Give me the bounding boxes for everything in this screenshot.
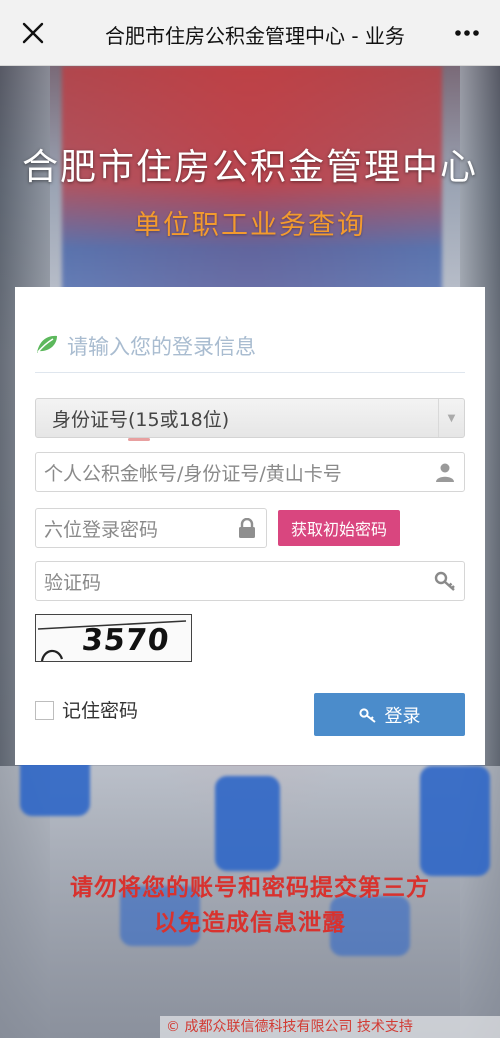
- login-button[interactable]: 登录: [314, 693, 465, 736]
- captcha-image[interactable]: 3570: [35, 614, 192, 662]
- more-icon[interactable]: [452, 20, 482, 46]
- background-chair: [215, 776, 280, 871]
- get-initial-password-button[interactable]: 获取初始密码: [278, 510, 400, 546]
- password-input[interactable]: 六位登录密码: [35, 508, 267, 548]
- warning-line-2: 以免造成信息泄露: [154, 910, 346, 936]
- warning-line-1: 请勿将您的账号和密码提交第三方: [70, 875, 430, 901]
- top-nav-bar: 合肥市住房公积金管理中心 - 业务: [0, 0, 500, 66]
- footer-credit: © 成都众联信德科技有限公司 技术支持: [160, 1016, 500, 1038]
- page-title: 合肥市住房公积金管理中心: [21, 147, 478, 188]
- login-heading-text: 请输入您的登录信息: [67, 335, 256, 359]
- underline-mark: [128, 438, 150, 441]
- captcha-input[interactable]: 验证码: [35, 561, 465, 601]
- captcha-placeholder: 验证码: [44, 571, 102, 594]
- key-icon: [358, 707, 376, 723]
- close-icon[interactable]: [18, 18, 48, 48]
- page-subtitle: 单位职工业务查询: [134, 210, 366, 241]
- remember-password-checkbox[interactable]: [35, 701, 54, 720]
- remember-password-label: 记住密码: [62, 700, 139, 722]
- id-type-select[interactable]: 身份证号(15或18位) ▼: [35, 398, 465, 438]
- key-icon: [434, 570, 456, 592]
- leaf-icon: [37, 335, 57, 353]
- login-card: 请输入您的登录信息 身份证号(15或18位) ▼ 个人公积金帐号/身份证号/黄山…: [15, 287, 485, 765]
- background-chair: [420, 766, 490, 876]
- chevron-down-icon[interactable]: ▼: [438, 399, 464, 437]
- user-icon: [434, 461, 456, 483]
- login-heading: 请输入您的登录信息: [35, 327, 465, 373]
- captcha-code: 3570: [80, 623, 172, 658]
- id-type-selected-value: 身份证号(15或18位): [52, 408, 230, 431]
- account-placeholder: 个人公积金帐号/身份证号/黄山卡号: [44, 462, 342, 485]
- nav-title: 合肥市住房公积金管理中心 - 业务: [105, 24, 405, 48]
- account-input[interactable]: 个人公积金帐号/身份证号/黄山卡号: [35, 452, 465, 492]
- password-placeholder: 六位登录密码: [44, 518, 159, 541]
- lock-icon: [236, 517, 258, 539]
- login-button-label: 登录: [384, 705, 421, 726]
